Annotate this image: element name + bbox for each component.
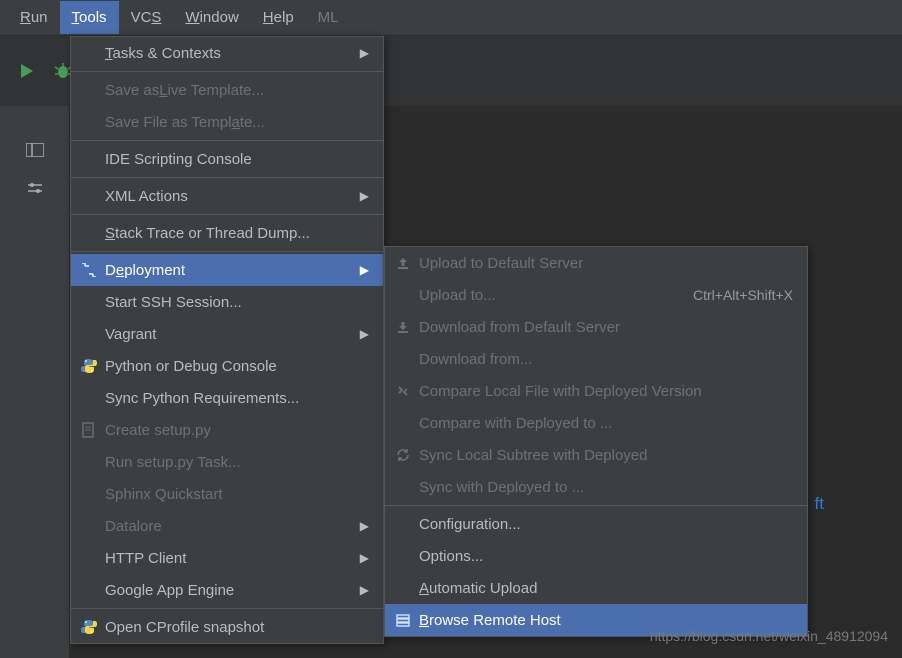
chevron-right-icon: ▶ (360, 189, 369, 203)
sync-local-item[interactable]: Sync Local Subtree with Deployed (385, 439, 807, 471)
download-from-item[interactable]: Download from... (385, 343, 807, 375)
download-default-item[interactable]: Download from Default Server (385, 311, 807, 343)
cprofile-item[interactable]: Open CProfile snapshot (71, 611, 383, 643)
python-console-item[interactable]: Python or Debug Console (71, 350, 383, 382)
vagrant-item[interactable]: Vagrant▶ (71, 318, 383, 350)
compare-deployed-item[interactable]: Compare with Deployed to ... (385, 407, 807, 439)
left-gutter (0, 106, 70, 658)
http-client-item[interactable]: HTTP Client▶ (71, 542, 383, 574)
settings-icon[interactable] (23, 176, 47, 200)
ide-scripting-item[interactable]: IDE Scripting Console (71, 143, 383, 175)
server-icon (393, 613, 413, 627)
tools-dropdown: Tasks & Contexts▶ Save as Live Template.… (70, 36, 384, 644)
chevron-right-icon: ▶ (360, 551, 369, 565)
layout-icon[interactable] (23, 138, 47, 162)
sphinx-item[interactable]: Sphinx Quickstart (71, 478, 383, 510)
save-live-template-item[interactable]: Save as Live Template... (71, 74, 383, 106)
separator (71, 71, 383, 72)
google-app-engine-item[interactable]: Google App Engine▶ (71, 574, 383, 606)
chevron-right-icon: ▶ (360, 583, 369, 597)
configuration-item[interactable]: Configuration... (385, 508, 807, 540)
deployment-submenu: Upload to Default Server Upload to...Ctr… (384, 246, 808, 637)
options-item[interactable]: Options... (385, 540, 807, 572)
menubar: Run Tools VCS Window Help ML (0, 0, 902, 36)
menu-tools[interactable]: Tools (60, 1, 119, 34)
deployment-icon (79, 263, 99, 277)
create-setup-item[interactable]: Create setup.py (71, 414, 383, 446)
automatic-upload-item[interactable]: Automatic Upload (385, 572, 807, 604)
save-file-template-item[interactable]: Save File as Template... (71, 106, 383, 138)
chevron-right-icon: ▶ (360, 263, 369, 277)
sync-python-req-item[interactable]: Sync Python Requirements... (71, 382, 383, 414)
upload-default-item[interactable]: Upload to Default Server (385, 247, 807, 279)
chevron-right-icon: ▶ (360, 46, 369, 60)
run-icon[interactable] (20, 63, 34, 79)
separator (385, 505, 807, 506)
separator (71, 177, 383, 178)
upload-to-item[interactable]: Upload to...Ctrl+Alt+Shift+X (385, 279, 807, 311)
sync-icon (393, 448, 413, 462)
menu-vcs[interactable]: VCS (119, 1, 174, 34)
python-icon (79, 358, 99, 374)
run-setup-item[interactable]: Run setup.py Task... (71, 446, 383, 478)
python-icon (79, 619, 99, 635)
separator (71, 608, 383, 609)
setup-py-icon (79, 422, 99, 438)
chevron-right-icon: ▶ (360, 519, 369, 533)
separator (71, 214, 383, 215)
menu-ml[interactable]: ML (306, 1, 351, 34)
menu-window[interactable]: Window (173, 1, 250, 34)
sync-deployed-item[interactable]: Sync with Deployed to ... (385, 471, 807, 503)
tasks-contexts-item[interactable]: Tasks & Contexts▶ (71, 37, 383, 69)
watermark: https://blog.csdn.net/weixin_48912094 (650, 628, 888, 644)
stack-trace-item[interactable]: Stack Trace or Thread Dump... (71, 217, 383, 249)
deployment-item[interactable]: Deployment▶ (71, 254, 383, 286)
download-icon (393, 320, 413, 334)
upload-icon (393, 256, 413, 270)
separator (71, 140, 383, 141)
xml-actions-item[interactable]: XML Actions▶ (71, 180, 383, 212)
compare-local-item[interactable]: Compare Local File with Deployed Version (385, 375, 807, 407)
background-link-fragment: ft (815, 494, 824, 514)
shortcut-label: Ctrl+Alt+Shift+X (693, 287, 793, 303)
menu-help[interactable]: Help (251, 1, 306, 34)
ssh-session-item[interactable]: Start SSH Session... (71, 286, 383, 318)
separator (71, 251, 383, 252)
compare-icon (393, 384, 413, 398)
datalore-item[interactable]: Datalore▶ (71, 510, 383, 542)
menu-run[interactable]: Run (8, 1, 60, 34)
chevron-right-icon: ▶ (360, 327, 369, 341)
